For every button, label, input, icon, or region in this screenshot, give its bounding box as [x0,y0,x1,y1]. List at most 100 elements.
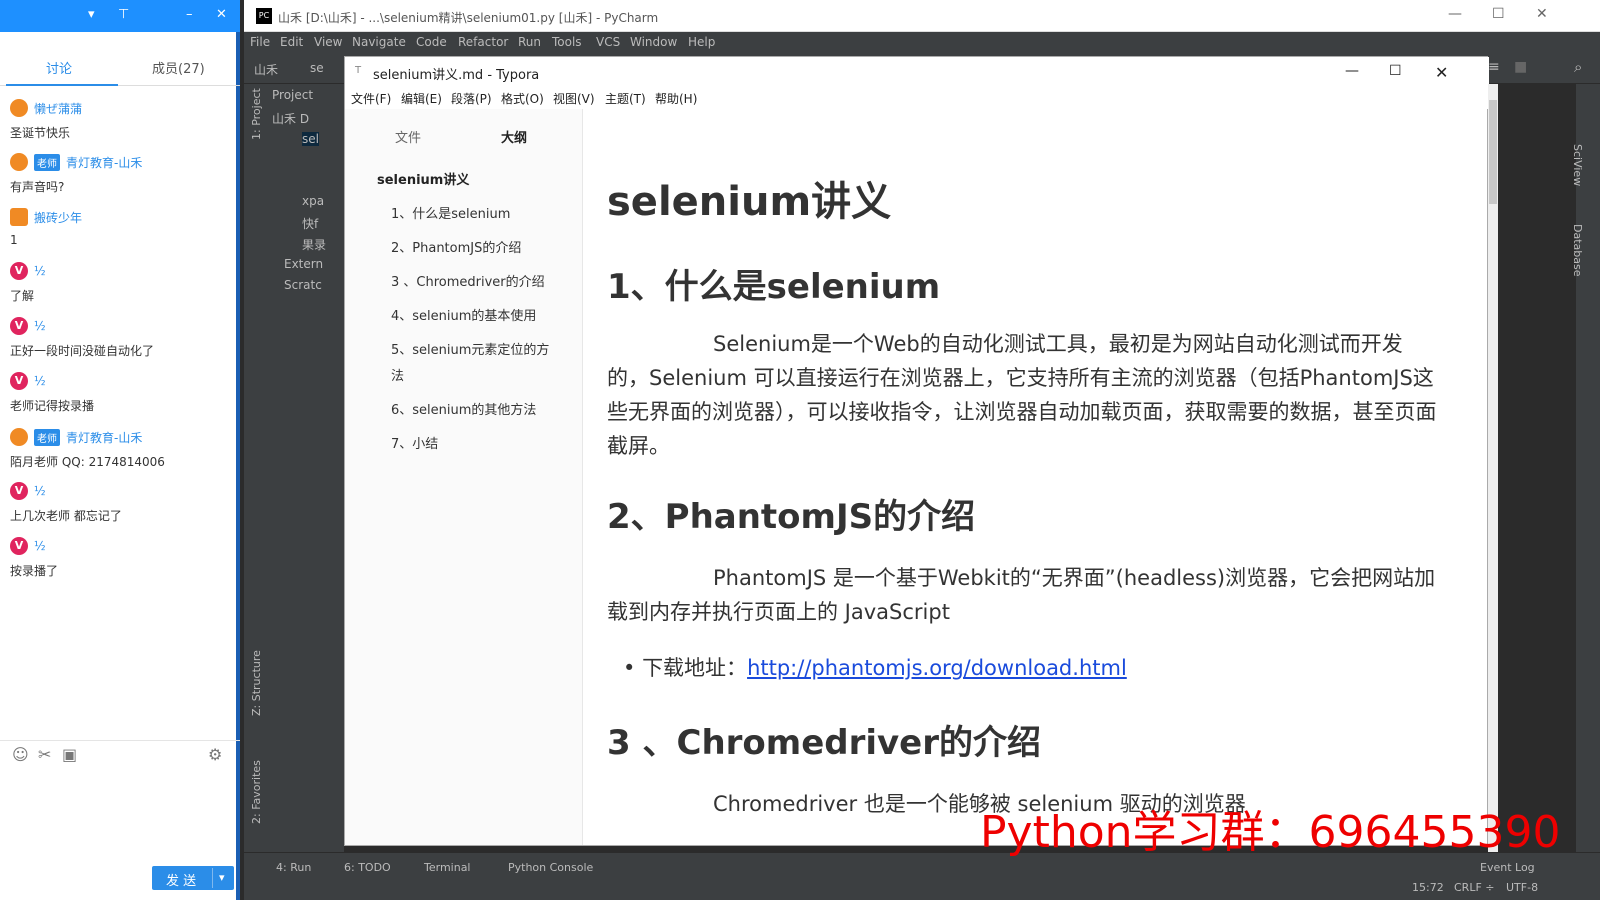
avatar [10,428,28,446]
section-heading: 1、什么是selenium [607,267,941,307]
toc-item[interactable]: 7、小结 [391,433,438,452]
tool-terminal[interactable]: Terminal [424,861,471,874]
tool-favorites[interactable]: 2: Favorites [250,760,263,824]
breadcrumb-folder[interactable]: se [310,61,324,75]
image-icon[interactable]: ▣ [62,745,77,764]
pin-icon[interactable]: ⊤ [118,7,129,22]
typora-titlebar: T selenium讲义.md - Typora — ☐ ✕ [345,57,1489,87]
close-icon[interactable]: ✕ [216,7,227,22]
message-user: ½ [34,484,46,498]
avatar: V [10,482,28,500]
menu-vcs[interactable]: VCS [596,35,620,49]
minimize-icon[interactable]: — [1448,6,1462,22]
menu-file[interactable]: 文件(F) [351,90,391,107]
section-paragraph: Selenium是一个Web的自动化测试工具，最初是为网站自动化测试而开发的，S… [607,332,1437,458]
tree-header[interactable]: Project [272,88,313,102]
status-encoding[interactable]: UTF-8 [1506,881,1538,894]
event-log[interactable]: Event Log [1480,861,1535,874]
search-icon[interactable]: ⌕ [1574,58,1582,76]
chat-toolbar: ☺ ✂ ▣ ⚙ [0,740,240,770]
minimize-icon[interactable]: – [186,7,193,22]
menu-help[interactable]: Help [688,35,715,49]
toc-item[interactable]: 2、PhantomJS的介绍 [391,237,521,256]
menu-tools[interactable]: Tools [552,35,582,49]
chat-message: 搬砖少年 1 [10,207,232,247]
menu-help[interactable]: 帮助(H) [655,90,697,107]
tree-item[interactable]: Extern [284,257,323,271]
window-title: 山禾 [D:\山禾] - ...\selenium精讲\selenium01.p… [278,11,659,25]
pycharm-logo-icon: PC [256,8,272,24]
section-heading: 3 、Chromedriver的介绍 [607,723,1042,763]
tool-structure[interactable]: Z: Structure [250,650,263,716]
message-text: 按录播了 [10,564,59,578]
gear-icon[interactable]: ⚙ [208,745,222,764]
tool-python-console[interactable]: Python Console [508,861,593,874]
menu-paragraph[interactable]: 段落(P) [451,90,492,107]
toc-item[interactable]: 5、selenium元素定位的方 [391,339,549,358]
menu-format[interactable]: 格式(O) [501,90,544,107]
tab-outline[interactable]: 大纲 [501,127,527,146]
typora-window: T selenium讲义.md - Typora — ☐ ✕ 文件(F) 编辑(… [344,56,1489,846]
tree-item[interactable]: sel [302,132,319,146]
menu-file[interactable]: File [250,35,270,49]
close-icon[interactable]: ✕ [1435,63,1448,82]
menu-edit[interactable]: Edit [280,35,303,49]
message-user: ½ [34,319,46,333]
tool-todo[interactable]: 6: TODO [344,861,391,874]
send-label: 发 送 [166,874,197,889]
toc-title[interactable]: selenium讲义 [377,169,469,188]
menu-refactor[interactable]: Refactor [458,35,508,49]
toc-item[interactable]: 1、什么是selenium [391,203,510,222]
toc-item-wrap[interactable]: 法 [391,365,404,384]
right-tool-strip: SciView Database [1571,84,1600,852]
tab-discussion[interactable]: 讨论 [46,58,72,77]
message-user: ½ [34,539,46,553]
breadcrumb-root[interactable]: 山禾 [254,61,278,78]
status-position[interactable]: 15:72 [1412,881,1444,894]
menu-run[interactable]: Run [518,35,541,49]
tool-sciview[interactable]: SciView [1571,144,1584,186]
maximize-icon[interactable]: ☐ [1389,63,1402,79]
typora-menubar: 文件(F) 编辑(E) 段落(P) 格式(O) 视图(V) 主题(T) 帮助(H… [345,87,1489,109]
stop-icon[interactable]: ■ [1514,59,1527,75]
tool-run[interactable]: 4: Run [276,861,311,874]
menu-edit[interactable]: 编辑(E) [401,90,442,107]
message-text: 正好一段时间没碰自动化了 [10,344,155,358]
tool-project[interactable]: 1: Project [250,88,263,140]
tree-item[interactable]: 山禾 D [272,110,309,127]
maximize-icon[interactable]: ☐ [1492,6,1505,22]
tool-database[interactable]: Database [1571,224,1584,277]
toc-item[interactable]: 4、selenium的基本使用 [391,305,536,324]
scrollbar-thumb[interactable] [1489,100,1497,204]
tree-item[interactable]: xpa [302,194,324,208]
status-line-separator[interactable]: CRLF ÷ [1454,881,1495,894]
tree-item[interactable]: 果录 [302,236,326,253]
minimize-icon[interactable]: — [1345,63,1359,79]
menu-window[interactable]: Window [630,35,677,49]
toc-item[interactable]: 6、selenium的其他方法 [391,399,536,418]
emoji-icon[interactable]: ☺ [12,745,29,764]
menu-view[interactable]: View [314,35,342,49]
scissors-icon[interactable]: ✂ [38,745,51,764]
tree-item[interactable]: 快f [302,215,318,232]
document-body[interactable]: selenium讲义 1、什么是selenium Selenium是一个Web的… [583,109,1487,845]
send-dropdown-icon[interactable]: ▾ [212,868,225,888]
message-text: 有声音吗? [10,180,65,194]
tab-underline [6,84,118,86]
dropdown-icon[interactable]: ▾ [88,7,95,22]
toc-item[interactable]: 3 、Chromedriver的介绍 [391,271,545,290]
send-button[interactable]: 发 送 ▾ [152,866,234,890]
tab-files[interactable]: 文件 [395,127,421,146]
message-text: 陌月老师 QQ: 2174814006 [10,455,165,469]
download-link[interactable]: http://phantomjs.org/download.html [747,656,1127,680]
tab-members[interactable]: 成员(27) [152,58,205,77]
menu-theme[interactable]: 主题(T) [605,90,646,107]
avatar [10,99,28,117]
tree-item[interactable]: Scratc [284,278,322,292]
menu-code[interactable]: Code [416,35,447,49]
menu-view[interactable]: 视图(V) [553,90,595,107]
close-icon[interactable]: ✕ [1536,6,1548,22]
menu-navigate[interactable]: Navigate [352,35,406,49]
message-user: 懒ぜ蒲蒲 [34,101,83,116]
coverage-icon[interactable]: ≡ [1488,59,1500,75]
